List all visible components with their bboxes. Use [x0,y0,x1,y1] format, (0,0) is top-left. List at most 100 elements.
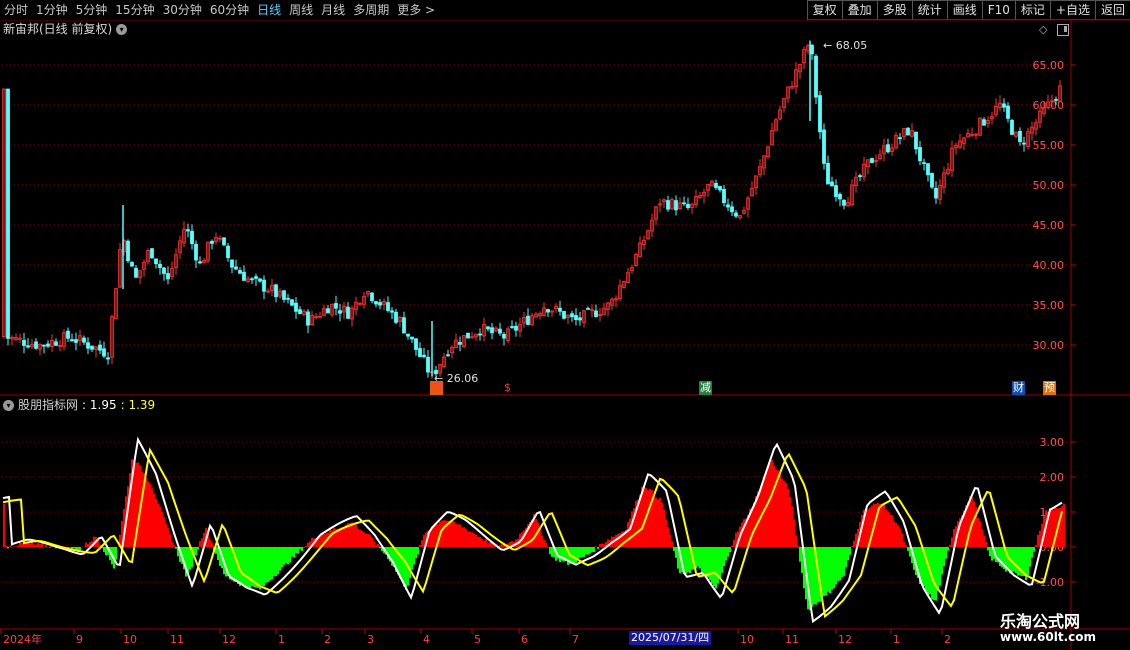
indicator-bar [905,545,907,547]
candle-body [150,248,154,259]
indicator-bar [39,544,41,547]
indicator-bar [27,543,29,547]
indicator-bar [627,521,629,547]
candle-body [842,199,846,206]
date-label: 10 [123,633,137,646]
candle-body [458,342,462,345]
candle-body [90,345,94,350]
indicator-bar [405,547,407,590]
candle-body [930,173,934,188]
indicator-bar [559,547,561,563]
candle-body [922,162,926,165]
candle-body [1018,130,1022,142]
indicator-bar [939,547,941,586]
indicator-bar [301,547,303,552]
indicator-bar [449,522,451,547]
candle-body [166,273,170,280]
indicator-bar [297,547,299,554]
indicator-bar [353,525,355,547]
indicator-bar [79,547,81,550]
candle-body [718,186,722,191]
event-marker-4[interactable]: 预 [1043,381,1056,395]
indicator-bar [537,522,539,547]
indicator-bar [1027,547,1029,576]
indicator-bar [793,519,795,547]
indicator-bar [379,547,381,549]
candle-body [666,200,670,210]
candle-body [210,240,214,244]
price-tick-label: 45.00 [1033,219,1065,232]
indicator-bar [543,539,545,547]
indicator-bar [707,547,709,578]
indicator-bar [685,547,687,574]
candle-body [1054,98,1058,101]
indicator-bar [469,531,471,547]
indicator-bar [255,547,257,588]
indicator-bar [421,540,423,547]
indicator-bar [1029,547,1031,567]
event-marker-0[interactable]: 激 [430,381,443,395]
indicator-bar [365,533,367,547]
indicator-bar [161,511,163,547]
high-price-label: ← 68.05 [823,39,867,52]
indicator-bar [825,547,827,596]
date-label: 6 [521,633,528,646]
indicator-bar [431,528,433,547]
indicator-bar [291,547,293,557]
indicator-bar [889,514,891,547]
indicator-bar [35,544,37,547]
candle-body [194,243,198,261]
indicator-bar [617,533,619,547]
indicator-bar [287,547,289,565]
indicator-bar [195,547,197,556]
indicator-bar [585,547,587,555]
candle-body [514,325,518,331]
candle-body [82,337,86,343]
indicator-bar [545,542,547,547]
date-label: 2 [324,633,331,646]
candle-body [934,187,938,199]
candle-body [306,311,310,326]
candle-body [374,301,378,305]
indicator-bar [649,489,651,547]
indicator-bar [141,471,143,547]
indicator-bar [369,534,371,547]
indicator-bar [579,547,581,558]
indicator-bar [465,528,467,547]
indicator-bar [725,547,727,561]
candle-body [578,317,582,321]
event-marker-3[interactable]: 财 [1012,381,1025,395]
candle-body [574,315,578,320]
indicator-bar [951,537,953,547]
indicator-bar [847,547,849,561]
candle-body [834,185,838,197]
indicator-bar [785,483,787,547]
candle-body [370,292,374,302]
indicator-bar [443,520,445,547]
indicator-bar [1051,508,1053,547]
indicator-bar [487,543,489,547]
event-marker-2[interactable]: 减 [699,381,712,395]
indicator-bar [377,543,379,547]
indicator-bar [375,545,377,547]
indicator-bar [699,547,701,569]
candle-body [26,345,30,348]
indicator-bar [891,515,893,547]
candle-body [562,310,566,319]
candle-body [546,309,550,313]
indicator-bar [275,547,277,577]
candle-body [818,95,822,133]
date-label: 1 [893,633,900,646]
candle-body [838,193,842,200]
indicator-bar [575,547,577,563]
candle-body [1022,142,1026,145]
indicator-bar [927,547,929,595]
indicator-bar [73,547,75,549]
candle-body [74,339,78,343]
chart-canvas[interactable]: 65.0060.0055.0050.0045.0040.0035.0030.00… [0,0,1130,650]
indicator-bar [171,542,173,547]
indicator-bar [189,547,191,570]
candle-body [338,310,342,314]
indicator-bar [45,545,47,547]
event-marker-1[interactable]: $ [503,381,512,395]
